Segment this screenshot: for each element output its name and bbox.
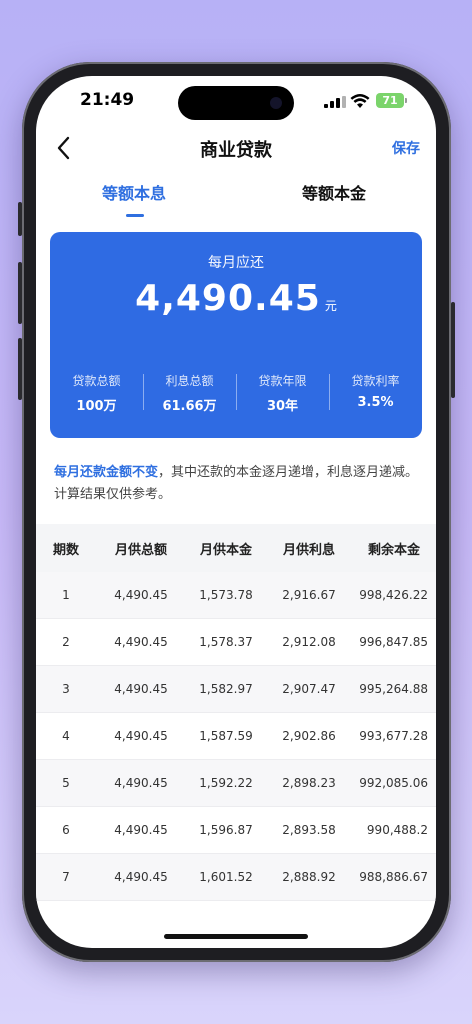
amount-value: 4,490.45 <box>135 278 321 319</box>
page-title: 商业贷款 <box>200 140 272 161</box>
cell-remaining: 990,488.2 <box>366 823 428 837</box>
cell-remaining: 995,264.88 <box>359 682 428 696</box>
active-tab-indicator <box>126 214 144 217</box>
battery-icon: 71 <box>376 93 407 108</box>
power-button <box>451 302 455 398</box>
volume-up-button <box>18 262 22 324</box>
cell-total: 4,490.45 <box>114 682 168 696</box>
home-indicator[interactable] <box>164 934 308 939</box>
cell-remaining: 992,085.06 <box>359 776 428 790</box>
description-highlight: 每月还款金额不变 <box>54 465 159 480</box>
table-row: 5 4,490.45 1,592.22 2,898.23 992,085.06 <box>36 760 436 807</box>
table-row: 1 4,490.45 1,573.78 2,916.67 998,426.22 <box>36 572 436 619</box>
tab-equal-installment[interactable]: 等额本息 <box>102 180 166 204</box>
amount-unit: 元 <box>324 299 337 313</box>
nav-bar: 商业贷款 保存 <box>36 128 436 168</box>
stat-label: 贷款总额 <box>72 374 121 388</box>
table-header: 期数 月供总额 月供本金 月供利息 剩余本金 <box>36 524 436 572</box>
side-button <box>18 202 22 236</box>
cell-period: 7 <box>62 870 70 884</box>
table-body: 1 4,490.45 1,573.78 2,916.67 998,426.22 2 4,4… <box>36 572 436 901</box>
cell-total: 4,490.45 <box>114 635 168 649</box>
stat-value: 30年 <box>266 399 299 414</box>
cell-principal: 1,582.97 <box>199 682 253 696</box>
stat-label: 贷款利率 <box>351 374 400 388</box>
battery-level: 71 <box>382 94 398 107</box>
repayment-schedule-table[interactable]: 期数 月供总额 月供本金 月供利息 剩余本金 1 4,490.45 1,573.78… <box>36 524 436 901</box>
cell-period: 5 <box>62 776 70 790</box>
cell-period: 3 <box>62 682 70 696</box>
header-remaining-principal: 剩余本金 <box>367 542 420 558</box>
cell-remaining: 998,426.22 <box>359 588 428 602</box>
cell-principal: 1,592.22 <box>199 776 253 790</box>
cell-total: 4,490.45 <box>114 588 168 602</box>
cell-total: 4,490.45 <box>114 729 168 743</box>
monthly-payment-label: 每月应还 <box>208 255 264 271</box>
cell-principal: 1,601.52 <box>199 870 253 884</box>
table-row: 7 4,490.45 1,601.52 2,888.92 988,886.67 <box>36 854 436 901</box>
cellular-signal-icon <box>324 96 346 108</box>
stat-value: 100万 <box>76 399 117 414</box>
tab-equal-principal[interactable]: 等额本金 <box>302 180 366 204</box>
cell-period: 2 <box>62 635 70 649</box>
cell-remaining: 996,847.85 <box>359 635 428 649</box>
header-monthly-interest: 月供利息 <box>282 542 335 558</box>
stat-value: 3.5% <box>357 395 394 410</box>
stat-label: 贷款年限 <box>258 374 307 388</box>
cell-total: 4,490.45 <box>114 823 168 837</box>
cell-interest: 2,916.67 <box>282 588 336 602</box>
cell-total: 4,490.45 <box>114 870 168 884</box>
table-row: 3 4,490.45 1,582.97 2,907.47 995,264.88 <box>36 666 436 713</box>
table-row: 4 4,490.45 1,587.59 2,902.86 993,677.28 <box>36 713 436 760</box>
cell-interest: 2,907.47 <box>282 682 336 696</box>
cell-period: 1 <box>62 588 70 602</box>
stat-total-loan: 贷款总额 100万 <box>50 372 143 416</box>
cell-interest: 2,912.08 <box>282 635 336 649</box>
stat-label: 利息总额 <box>165 374 214 388</box>
app-screen: 21:49 71 商业贷款 保存 等额本息 等额本金 每月应还 4,490.45… <box>36 76 436 948</box>
volume-down-button <box>18 338 22 400</box>
cell-interest: 2,893.58 <box>282 823 336 837</box>
cell-interest: 2,888.92 <box>282 870 336 884</box>
status-time: 21:49 <box>80 90 135 110</box>
save-button[interactable]: 保存 <box>392 138 420 158</box>
cell-interest: 2,902.86 <box>282 729 336 743</box>
stat-value: 61.66万 <box>162 399 217 414</box>
monthly-payment-card: 每月应还 4,490.45 元 贷款总额 100万 利息总额 61.66万 贷款年… <box>50 232 422 438</box>
cell-interest: 2,898.23 <box>282 776 336 790</box>
table-row: 2 4,490.45 1,578.37 2,912.08 996,847.85 <box>36 619 436 666</box>
stat-loan-term: 贷款年限 30年 <box>236 372 329 416</box>
header-monthly-principal: 月供本金 <box>199 542 252 558</box>
repayment-description: 每月还款金额不变，其中还款的本金逐月递增，利息逐月递减。计算结果仅供参考。 <box>54 462 420 506</box>
cell-principal: 1,578.37 <box>199 635 253 649</box>
cell-remaining: 988,886.67 <box>359 870 428 884</box>
loan-stats: 贷款总额 100万 利息总额 61.66万 贷款年限 30年 贷款利率 3.5% <box>50 372 422 416</box>
cell-remaining: 993,677.28 <box>359 729 428 743</box>
monthly-payment-amount: 4,490.45 元 <box>50 278 422 319</box>
cell-principal: 1,587.59 <box>199 729 253 743</box>
cell-principal: 1,573.78 <box>199 588 253 602</box>
header-period: 期数 <box>52 542 79 558</box>
cell-period: 4 <box>62 729 70 743</box>
cell-principal: 1,596.87 <box>199 823 253 837</box>
wifi-icon <box>350 94 370 108</box>
cell-period: 6 <box>62 823 70 837</box>
repayment-tabs: 等额本息 等额本金 <box>36 180 436 220</box>
header-monthly-total: 月供总额 <box>114 542 167 558</box>
stat-total-interest: 利息总额 61.66万 <box>143 372 236 416</box>
stat-interest-rate: 贷款利率 3.5% <box>329 372 422 416</box>
table-row: 6 4,490.45 1,596.87 2,893.58 990,488.2 <box>36 807 436 854</box>
status-bar: 21:49 71 <box>36 90 436 114</box>
cell-total: 4,490.45 <box>114 776 168 790</box>
